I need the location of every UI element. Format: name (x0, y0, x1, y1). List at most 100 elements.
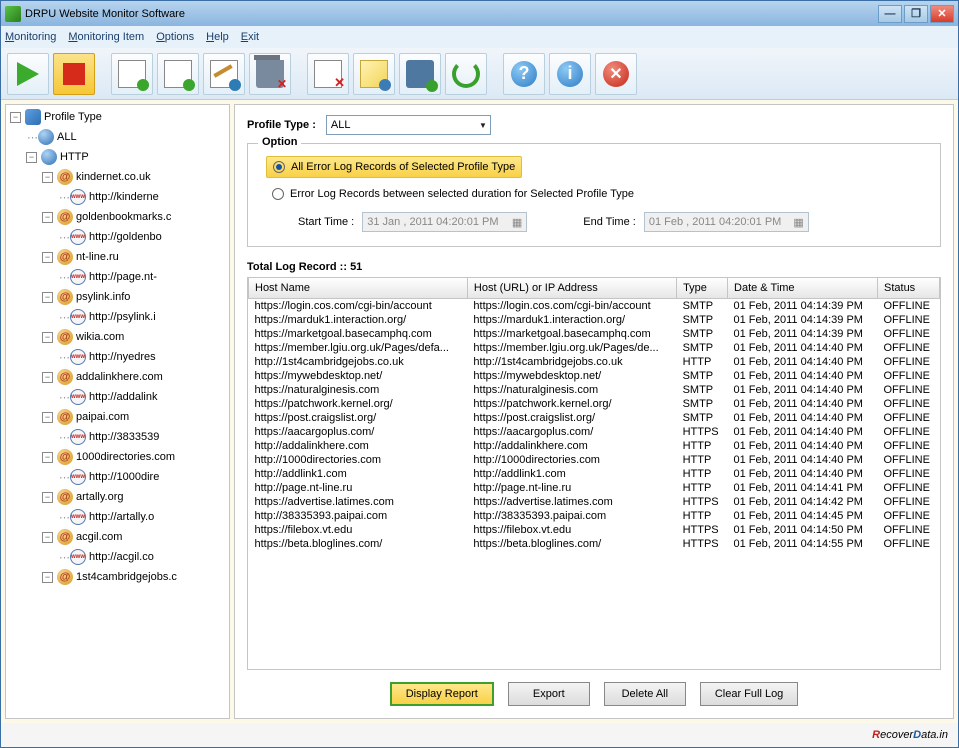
table-row[interactable]: https://naturalginesis.comhttps://natura… (249, 383, 940, 397)
tree-site-10[interactable]: −@1st4cambridgejobs.c (6, 567, 229, 587)
start-time-input[interactable]: 31 Jan , 2011 04:20:01 PM (362, 212, 527, 232)
table-row[interactable]: https://marduk1.interaction.org/https://… (249, 313, 940, 327)
expander-icon[interactable]: − (42, 292, 53, 303)
table-row[interactable]: https://advertise.latimes.comhttps://adv… (249, 495, 940, 509)
start-button[interactable] (7, 53, 49, 95)
menu-help[interactable]: Help (206, 31, 229, 43)
add-page-button[interactable] (157, 53, 199, 95)
table-row[interactable]: https://aacargoplus.com/https://aacargop… (249, 425, 940, 439)
menu-options[interactable]: Options (156, 31, 194, 43)
table-row[interactable]: http://addlink1.comhttp://addlink1.comHT… (249, 467, 940, 481)
tree-site-url-3[interactable]: ⋯wwwhttp://psylink.i (6, 307, 229, 327)
table-row[interactable]: https://filebox.vt.eduhttps://filebox.vt… (249, 523, 940, 537)
menu-exit[interactable]: Exit (241, 31, 259, 43)
expander-icon[interactable]: − (42, 532, 53, 543)
mobile-settings-button[interactable] (399, 53, 441, 95)
tree-site-8[interactable]: −@artally.org (6, 487, 229, 507)
col-4[interactable]: Status (878, 278, 940, 299)
col-3[interactable]: Date & Time (728, 278, 878, 299)
radio-duration-records[interactable]: Error Log Records between selected durat… (266, 184, 922, 204)
tree-site-url-1[interactable]: ⋯wwwhttp://goldenbo (6, 227, 229, 247)
tree-all[interactable]: ⋯ALL (6, 127, 229, 147)
expander-icon[interactable]: − (42, 212, 53, 223)
tree-label: 1st4cambridgejobs.c (76, 571, 177, 583)
end-time-input[interactable]: 01 Feb , 2011 04:20:01 PM (644, 212, 809, 232)
expander-icon[interactable]: − (42, 372, 53, 383)
help-button[interactable]: ? (503, 53, 545, 95)
maximize-button[interactable]: ❐ (904, 5, 928, 23)
table-row[interactable]: http://addalinkhere.comhttp://addalinkhe… (249, 439, 940, 453)
mail-icon (360, 60, 388, 88)
tree-site-9[interactable]: −@acgil.com (6, 527, 229, 547)
tree-site-4[interactable]: −@wikia.com (6, 327, 229, 347)
titlebar[interactable]: DRPU Website Monitor Software — ❐ ✕ (1, 1, 958, 26)
tree-site-5[interactable]: −@addalinkhere.com (6, 367, 229, 387)
expander-icon[interactable]: − (42, 492, 53, 503)
tree-label: acgil.com (76, 531, 122, 543)
table-row[interactable]: http://38335393.paipai.comhttp://3833539… (249, 509, 940, 523)
delete-all-button[interactable]: Delete All (604, 682, 686, 706)
col-1[interactable]: Host (URL) or IP Address (467, 278, 676, 299)
add-profile-button[interactable] (111, 53, 153, 95)
at-ico-icon: @ (57, 529, 73, 545)
menu-monitoring[interactable]: Monitoring (5, 31, 56, 43)
clear-page-button[interactable] (307, 53, 349, 95)
table-row[interactable]: https://marketgoal.basecamphq.comhttps:/… (249, 327, 940, 341)
tree-label: Profile Type (44, 111, 102, 123)
expander-icon[interactable]: − (42, 172, 53, 183)
stop-button[interactable] (53, 53, 95, 95)
close-button[interactable]: ✕ (930, 5, 954, 23)
tree-site-1[interactable]: −@goldenbookmarks.c (6, 207, 229, 227)
table-row[interactable]: http://page.nt-line.ruhttp://page.nt-lin… (249, 481, 940, 495)
expander-icon[interactable]: − (42, 332, 53, 343)
table-row[interactable]: http://1000directories.comhttp://1000dir… (249, 453, 940, 467)
tree-site-url-4[interactable]: ⋯wwwhttp://nyedres (6, 347, 229, 367)
tree-site-url-9[interactable]: ⋯wwwhttp://acgil.co (6, 547, 229, 567)
table-row[interactable]: https://member.lgiu.org.uk/Pages/defa...… (249, 341, 940, 355)
col-2[interactable]: Type (677, 278, 728, 299)
tree-site-0[interactable]: −@kindernet.co.uk (6, 167, 229, 187)
tree-site-2[interactable]: −@nt-line.ru (6, 247, 229, 267)
info-button[interactable]: i (549, 53, 591, 95)
tree-site-url-8[interactable]: ⋯wwwhttp://artally.o (6, 507, 229, 527)
table-row[interactable]: http://1st4cambridgejobs.co.ukhttp://1st… (249, 355, 940, 369)
expander-icon[interactable]: − (42, 572, 53, 583)
export-button[interactable]: Export (508, 682, 590, 706)
tree-site-url-7[interactable]: ⋯wwwhttp://1000dire (6, 467, 229, 487)
tree-site-3[interactable]: −@psylink.info (6, 287, 229, 307)
tree-site-url-2[interactable]: ⋯wwwhttp://page.nt- (6, 267, 229, 287)
tree-root[interactable]: − Profile Type (6, 107, 229, 127)
refresh-button[interactable] (445, 53, 487, 95)
at-ico-icon: @ (57, 169, 73, 185)
tree-site-url-5[interactable]: ⋯wwwhttp://addalink (6, 387, 229, 407)
profile-dropdown[interactable]: ALL (326, 115, 491, 135)
expander-icon[interactable]: − (42, 452, 53, 463)
col-0[interactable]: Host Name (249, 278, 468, 299)
edit-button[interactable] (203, 53, 245, 95)
tree-site-url-0[interactable]: ⋯wwwhttp://kinderne (6, 187, 229, 207)
table-row[interactable]: https://patchwork.kernel.org/https://pat… (249, 397, 940, 411)
expander-icon[interactable]: − (42, 412, 53, 423)
radio-all-records[interactable]: All Error Log Records of Selected Profil… (266, 156, 522, 178)
delete-button[interactable] (249, 53, 291, 95)
tree-http[interactable]: − HTTP (6, 147, 229, 167)
clear-log-button[interactable]: Clear Full Log (700, 682, 798, 706)
table-row[interactable]: https://beta.bloglines.com/https://beta.… (249, 537, 940, 551)
table-row[interactable]: https://post.craigslist.org/https://post… (249, 411, 940, 425)
menu-monitoring-item[interactable]: Monitoring Item (68, 31, 144, 43)
table-row[interactable]: https://login.cos.com/cgi-bin/accounthtt… (249, 299, 940, 314)
tree-panel[interactable]: −Profile Type⋯ALL−HTTP−@kindernet.co.uk⋯… (5, 104, 230, 719)
log-table[interactable]: Host NameHost (URL) or IP AddressTypeDat… (247, 277, 941, 670)
expander-icon[interactable]: − (42, 252, 53, 263)
minimize-button[interactable]: — (878, 5, 902, 23)
mail-settings-button[interactable] (353, 53, 395, 95)
expander-icon[interactable]: − (26, 152, 37, 163)
tree-site-7[interactable]: −@1000directories.com (6, 447, 229, 467)
exit-button[interactable]: ✕ (595, 53, 637, 95)
table-row[interactable]: https://mywebdesktop.net/https://mywebde… (249, 369, 940, 383)
tree-label: HTTP (60, 151, 89, 163)
tree-site-6[interactable]: −@paipai.com (6, 407, 229, 427)
tree-site-url-6[interactable]: ⋯wwwhttp://3833539 (6, 427, 229, 447)
display-report-button[interactable]: Display Report (390, 682, 494, 706)
expander-icon[interactable]: − (10, 112, 21, 123)
